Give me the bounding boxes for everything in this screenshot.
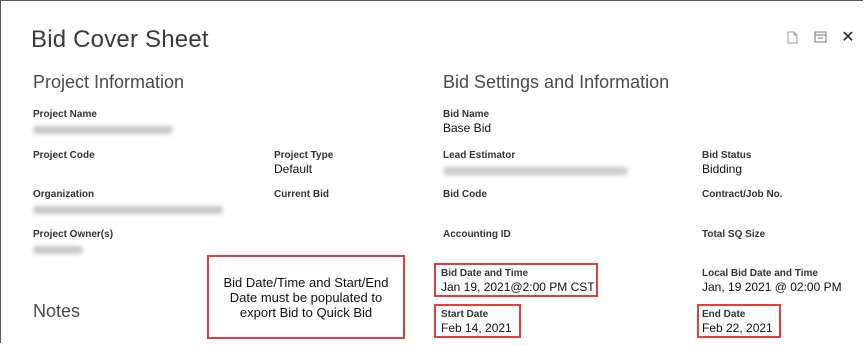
organization-field: Organization [33, 189, 223, 219]
lead-estimator-value-redacted [443, 167, 628, 175]
local-bid-date-time-field: Local Bid Date and Time Jan, 19 2021 @ 0… [702, 268, 842, 294]
bid-name-field: Bid Name Base Bid [443, 109, 491, 135]
current-bid-label: Current Bid [274, 189, 329, 200]
current-bid-field: Current Bid [274, 189, 329, 201]
bid-status-label: Bid Status [702, 150, 752, 161]
local-bid-date-time-value: Jan, 19 2021 @ 02:00 PM [702, 280, 842, 294]
export-requirement-callout: Bid Date/Time and Start/End Date must be… [207, 255, 405, 339]
project-code-label: Project Code [33, 150, 95, 161]
accounting-id-label: Accounting ID [443, 229, 511, 240]
project-name-value-redacted [33, 126, 173, 134]
accounting-id-field: Accounting ID [443, 229, 511, 241]
project-owners-label: Project Owner(s) [33, 229, 114, 240]
lead-estimator-label: Lead Estimator [443, 150, 516, 161]
dialog-title: Bid Cover Sheet [31, 26, 209, 53]
project-type-field: Project Type Default [274, 150, 333, 176]
project-name-label: Project Name [33, 109, 97, 120]
bid-code-label: Bid Code [443, 189, 487, 200]
header-actions: ✕ [785, 29, 855, 46]
start-date-highlight [434, 304, 521, 338]
close-icon[interactable]: ✕ [841, 29, 855, 46]
total-sq-size-field: Total SQ Size [702, 229, 765, 241]
project-type-label: Project Type [274, 150, 334, 161]
bid-status-field: Bid Status Bidding [702, 150, 751, 176]
organization-value-redacted [33, 206, 223, 214]
lead-estimator-field: Lead Estimator [443, 150, 628, 180]
bid-date-time-highlight [434, 263, 598, 297]
project-owners-value-redacted [33, 246, 83, 254]
project-info-heading: Project Information [33, 72, 185, 92]
project-name-field: Project Name [33, 109, 173, 139]
notes-heading: Notes [33, 301, 81, 321]
bid-settings-heading: Bid Settings and Information [443, 72, 670, 92]
bid-code-field: Bid Code [443, 189, 487, 201]
bid-name-label: Bid Name [443, 109, 490, 120]
organization-label: Organization [33, 189, 95, 200]
end-date-highlight [697, 304, 781, 338]
contract-job-no-label: Contract/Job No. [702, 189, 783, 200]
print-icon[interactable] [813, 29, 827, 45]
bid-name-value: Base Bid [443, 121, 492, 135]
project-code-field: Project Code [33, 150, 95, 162]
contract-job-no-field: Contract/Job No. [702, 189, 783, 201]
project-type-value: Default [274, 162, 313, 176]
local-bid-date-time-label: Local Bid Date and Time [702, 268, 818, 279]
total-sq-size-label: Total SQ Size [702, 229, 766, 240]
document-icon[interactable] [785, 29, 799, 45]
bid-status-value: Bidding [702, 162, 743, 176]
project-owners-field: Project Owner(s) [33, 229, 113, 259]
